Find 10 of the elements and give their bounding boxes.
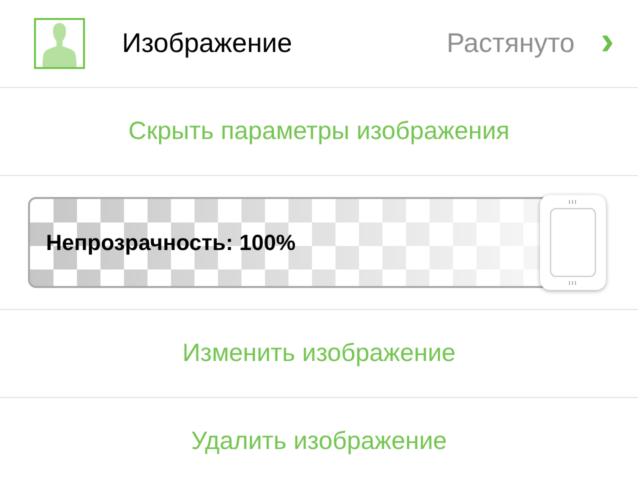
- row-title: Изображение: [122, 28, 294, 59]
- avatar-icon: [34, 18, 85, 69]
- chevron-icon[interactable]: ›: [600, 20, 614, 66]
- opacity-label: Непрозрачность: 100%: [46, 230, 296, 256]
- opacity-slider[interactable]: Непрозрачность: 100%: [28, 197, 606, 288]
- action-link[interactable]: Удалить изображение: [191, 427, 447, 456]
- slider-thumb[interactable]: [540, 195, 606, 290]
- hide-options-link[interactable]: Скрыть параметры изображения: [128, 117, 510, 146]
- row-value: Растянуто: [446, 28, 575, 59]
- action-link[interactable]: Изменить изображение: [182, 339, 456, 368]
